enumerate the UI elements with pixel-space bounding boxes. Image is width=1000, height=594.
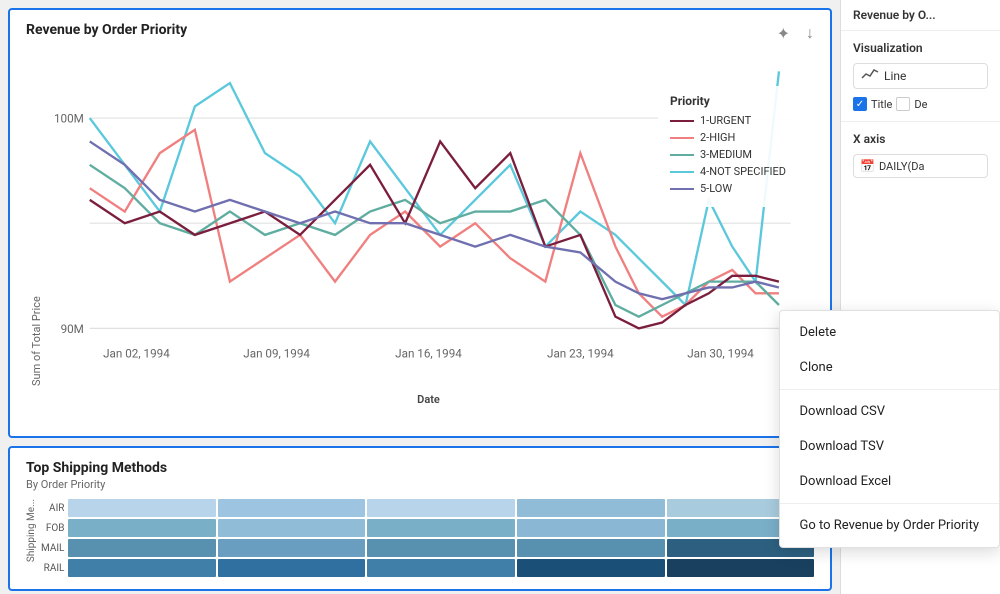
x-field-label: DAILY(Da (879, 160, 925, 173)
chart-actions: ✦ ↓ (773, 22, 818, 46)
revenue-chart-card: Revenue by Order Priority ✦ ↓ Sum of Tot… (8, 8, 832, 438)
legend-label-high: 2-HIGH (700, 131, 735, 144)
download-icon: ↓ (806, 25, 814, 42)
x-axis-section-label: X axis (853, 132, 988, 146)
bottom-chart-card: Top Shipping Methods By Order Priority S… (8, 446, 832, 591)
heatmap-cell (218, 539, 366, 557)
heatmap-cell (68, 519, 216, 537)
heatmap-cell (367, 559, 515, 577)
heatmap-cell (517, 519, 665, 537)
left-panel: Revenue by Order Priority ✦ ↓ Sum of Tot… (0, 0, 840, 594)
y-label-rail: RAIL (41, 559, 64, 577)
heatmap-row-rail (68, 559, 814, 577)
heatmap-y-labels: AIR FOB MAIL RAIL (41, 499, 64, 577)
chart-title: Revenue by Order Priority (26, 22, 814, 38)
heatmap-cell (218, 559, 366, 577)
svg-text:100M: 100M (54, 112, 84, 126)
legend-item-not-specified: 4-NOT SPECIFIED (670, 165, 786, 178)
legend-label-medium: 3-MEDIUM (700, 148, 752, 161)
heatmap-cell (68, 559, 216, 577)
bottom-chart-title: Top Shipping Methods (26, 460, 814, 476)
legend-label-low: 5-LOW (700, 182, 732, 195)
svg-text:Jan 23, 1994: Jan 23, 1994 (547, 347, 614, 361)
context-menu-download-csv[interactable]: Download CSV (780, 394, 1000, 429)
heatmap-cell (218, 519, 366, 537)
heatmap-grid (68, 499, 814, 577)
heatmap-container: Shipping Me... AIR FOB MAIL RAIL (26, 499, 814, 577)
download-button[interactable]: ↓ (802, 22, 818, 46)
y-label-mail: MAIL (41, 539, 64, 557)
x-axis-field[interactable]: 📅 DAILY(Da (853, 154, 988, 178)
legend-item-urgent: 1-URGENT (670, 114, 786, 127)
svg-text:Jan 30, 1994: Jan 30, 1994 (687, 347, 754, 361)
x-axis-label: Date (417, 393, 440, 406)
legend-line-low (670, 188, 694, 190)
title-checkbox[interactable]: ✓ (853, 97, 867, 111)
pin-icon: ✦ (777, 26, 790, 43)
context-menu-download-tsv[interactable]: Download TSV (780, 429, 1000, 464)
visualization-label: Visualization (853, 41, 988, 55)
calendar-icon: 📅 (860, 159, 875, 173)
legend-label-not-specified: 4-NOT SPECIFIED (700, 165, 786, 178)
y-label-fob: FOB (41, 519, 64, 537)
legend-line-urgent (670, 120, 694, 122)
context-menu-download-excel[interactable]: Download Excel (780, 464, 1000, 499)
svg-text:Jan 16, 1994: Jan 16, 1994 (395, 347, 462, 361)
right-panel: Revenue by O... Visualization Line ✓ Tit… (840, 0, 1000, 594)
right-panel-header: Revenue by O... (841, 0, 1000, 31)
heatmap-cell (367, 519, 515, 537)
heatmap-cell (218, 499, 366, 517)
chart-legend: Priority 1-URGENT 2-HIGH 3-MEDIUM (658, 86, 798, 207)
viz-type-label: Line (884, 69, 906, 83)
context-menu-divider-1 (780, 389, 1000, 390)
context-menu-goto[interactable]: Go to Revenue by Order Priority (780, 508, 1000, 543)
legend-line-medium (670, 154, 694, 156)
heatmap-row-fob (68, 519, 814, 537)
context-menu-divider-2 (780, 503, 1000, 504)
viz-type-selector[interactable]: Line (853, 63, 988, 89)
legend-line-not-specified (670, 171, 694, 173)
bottom-chart-subtitle: By Order Priority (26, 478, 814, 491)
x-axis-section: X axis 📅 DAILY(Da (841, 122, 1000, 188)
pin-button[interactable]: ✦ (773, 22, 794, 46)
heatmap-cell (367, 499, 515, 517)
chart-container: Sum of Total Price 100M 90M Jan 02, 1994 (26, 46, 814, 386)
heatmap-row-mail (68, 539, 814, 557)
legend-label-urgent: 1-URGENT (700, 114, 751, 127)
svg-text:Jan 02, 1994: Jan 02, 1994 (103, 347, 170, 361)
desc-checkbox[interactable] (896, 97, 910, 111)
chart-svg: 100M 90M Jan 02, 1994 Jan 09, 1994 Jan 1… (43, 46, 814, 389)
visualization-section: Visualization Line ✓ Title De (841, 31, 1000, 122)
heatmap-cell (68, 539, 216, 557)
checkmark-icon: ✓ (856, 99, 864, 110)
legend-line-high (670, 137, 694, 139)
context-menu-delete[interactable]: Delete (780, 315, 1000, 350)
x-axis-container: Date (43, 389, 814, 406)
context-menu-clone[interactable]: Clone (780, 350, 1000, 385)
title-checkbox-row: ✓ Title De (853, 97, 988, 111)
svg-text:90M: 90M (61, 322, 84, 336)
desc-checkbox-label: De (914, 98, 927, 111)
title-checkbox-label: Title (871, 98, 892, 111)
legend-title: Priority (670, 94, 786, 108)
svg-text:Jan 09, 1994: Jan 09, 1994 (243, 347, 310, 361)
context-menu: Delete Clone Download CSV Download TSV D… (779, 310, 1000, 548)
heatmap-cell (517, 499, 665, 517)
legend-item-low: 5-LOW (670, 182, 786, 195)
legend-item-medium: 3-MEDIUM (670, 148, 786, 161)
chart-area: 100M 90M Jan 02, 1994 Jan 09, 1994 Jan 1… (43, 46, 814, 386)
heatmap-cell (367, 539, 515, 557)
line-chart-icon (862, 68, 878, 84)
y-label-air: AIR (41, 499, 64, 517)
heatmap-cell (667, 559, 815, 577)
y-axis-label: Sum of Total Price (26, 46, 43, 386)
heatmap-cell (68, 499, 216, 517)
heatmap-cell (517, 539, 665, 557)
legend-item-high: 2-HIGH (670, 131, 786, 144)
heatmap-cell (517, 559, 665, 577)
heatmap-axis-label: Shipping Me... (26, 499, 37, 562)
heatmap-row-air (68, 499, 814, 517)
